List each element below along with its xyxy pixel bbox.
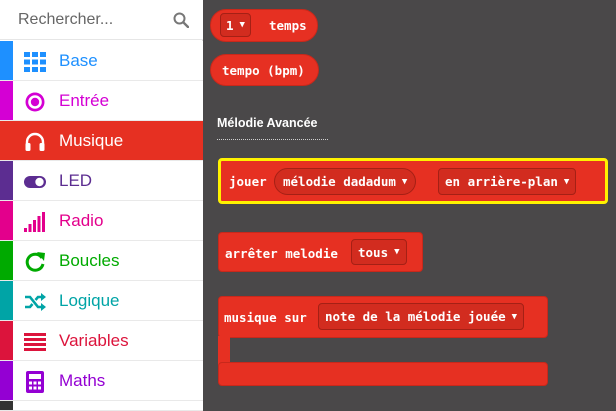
refresh-icon xyxy=(25,252,45,272)
category-color-stripe xyxy=(0,401,13,410)
category-math[interactable]: Maths xyxy=(0,361,203,401)
category-next[interactable] xyxy=(0,401,203,411)
category-color-stripe xyxy=(0,81,13,120)
category-label: Radio xyxy=(59,211,104,230)
play-melody-block[interactable]: jouer mélodie dadadum ▼ en arrière-plan … xyxy=(218,158,608,204)
chevron-down-icon: ▼ xyxy=(394,247,400,257)
category-color-stripe xyxy=(0,361,13,400)
category-input[interactable]: Entrée xyxy=(0,81,203,121)
play-mode-dropdown[interactable]: en arrière-plan ▼ xyxy=(438,168,577,195)
tempo-block[interactable]: tempo (bpm) xyxy=(210,54,319,86)
category-radio[interactable]: Radio xyxy=(0,201,203,241)
music-event-block[interactable]: musique sur note de la mélodie jouée ▼ xyxy=(218,296,548,386)
category-led[interactable]: LED xyxy=(0,161,203,201)
stop-option-value: tous xyxy=(358,244,389,260)
toggle-icon xyxy=(24,176,46,188)
beats-block[interactable]: 1 ▼ temps xyxy=(210,9,318,42)
list-icon xyxy=(24,333,46,351)
category-logic[interactable]: Logique xyxy=(0,281,203,321)
calculator-icon xyxy=(26,371,44,393)
stop-option-dropdown[interactable]: tous ▼ xyxy=(351,239,407,265)
radio-button-icon xyxy=(25,92,45,112)
music-event-value: note de la mélodie jouée xyxy=(325,309,506,324)
category-loops[interactable]: Boucles xyxy=(0,241,203,281)
stop-melody-block[interactable]: arrêter melodie tous ▼ xyxy=(218,232,423,272)
play-label: jouer xyxy=(229,174,267,189)
music-event-dropdown[interactable]: note de la mélodie jouée ▼ xyxy=(318,303,525,330)
beats-dropdown[interactable]: 1 ▼ xyxy=(220,13,251,37)
chevron-down-icon: ▼ xyxy=(401,176,408,187)
search-input[interactable] xyxy=(6,6,166,34)
melody-value: mélodie dadadum xyxy=(283,174,396,189)
category-label: Variables xyxy=(59,331,129,350)
category-label: Boucles xyxy=(59,251,120,270)
music-event-label: musique sur xyxy=(224,310,307,325)
category-color-stripe xyxy=(0,161,13,200)
category-label: Base xyxy=(59,51,98,70)
beats-value: 1 xyxy=(226,17,234,33)
search-bar xyxy=(0,0,203,40)
category-label: Musique xyxy=(59,131,124,150)
category-label: LED xyxy=(59,171,93,190)
category-color-stripe xyxy=(0,281,13,320)
category-label: Maths xyxy=(59,371,106,390)
category-label: Logique xyxy=(59,291,120,310)
category-base[interactable]: Base xyxy=(0,41,203,81)
chevron-down-icon: ▼ xyxy=(563,176,570,187)
headphones-icon xyxy=(25,132,45,151)
category-variables[interactable]: Variables xyxy=(0,321,203,361)
section-divider xyxy=(217,139,328,140)
section-heading: Mélodie Avancée xyxy=(217,116,318,130)
category-color-stripe xyxy=(0,241,13,280)
chevron-down-icon: ▼ xyxy=(239,20,245,30)
blocks-flyout: 1 ▼ temps tempo (bpm) Mélodie Avancée jo… xyxy=(203,0,616,411)
category-color-stripe xyxy=(0,121,13,160)
category-color-stripe xyxy=(0,41,13,80)
melody-dropdown[interactable]: mélodie dadadum ▼ xyxy=(274,168,417,195)
category-color-stripe xyxy=(0,201,13,240)
search-icon[interactable] xyxy=(173,12,189,28)
chevron-down-icon: ▼ xyxy=(511,311,518,322)
play-mode-value: en arrière-plan xyxy=(445,174,558,189)
category-label: Entrée xyxy=(59,91,110,110)
signal-bars-icon xyxy=(24,212,45,232)
shuffle-icon xyxy=(25,293,46,311)
category-music[interactable]: Musique xyxy=(0,121,203,161)
tempo-label: tempo (bpm) xyxy=(222,63,305,78)
stop-label: arrêter melodie xyxy=(225,246,338,261)
music-event-footer xyxy=(218,362,548,386)
category-color-stripe xyxy=(0,321,13,360)
grid-icon xyxy=(24,52,46,72)
beats-label: temps xyxy=(269,18,307,33)
toolbox-sidebar: Base Entrée Musique LED xyxy=(0,0,203,411)
